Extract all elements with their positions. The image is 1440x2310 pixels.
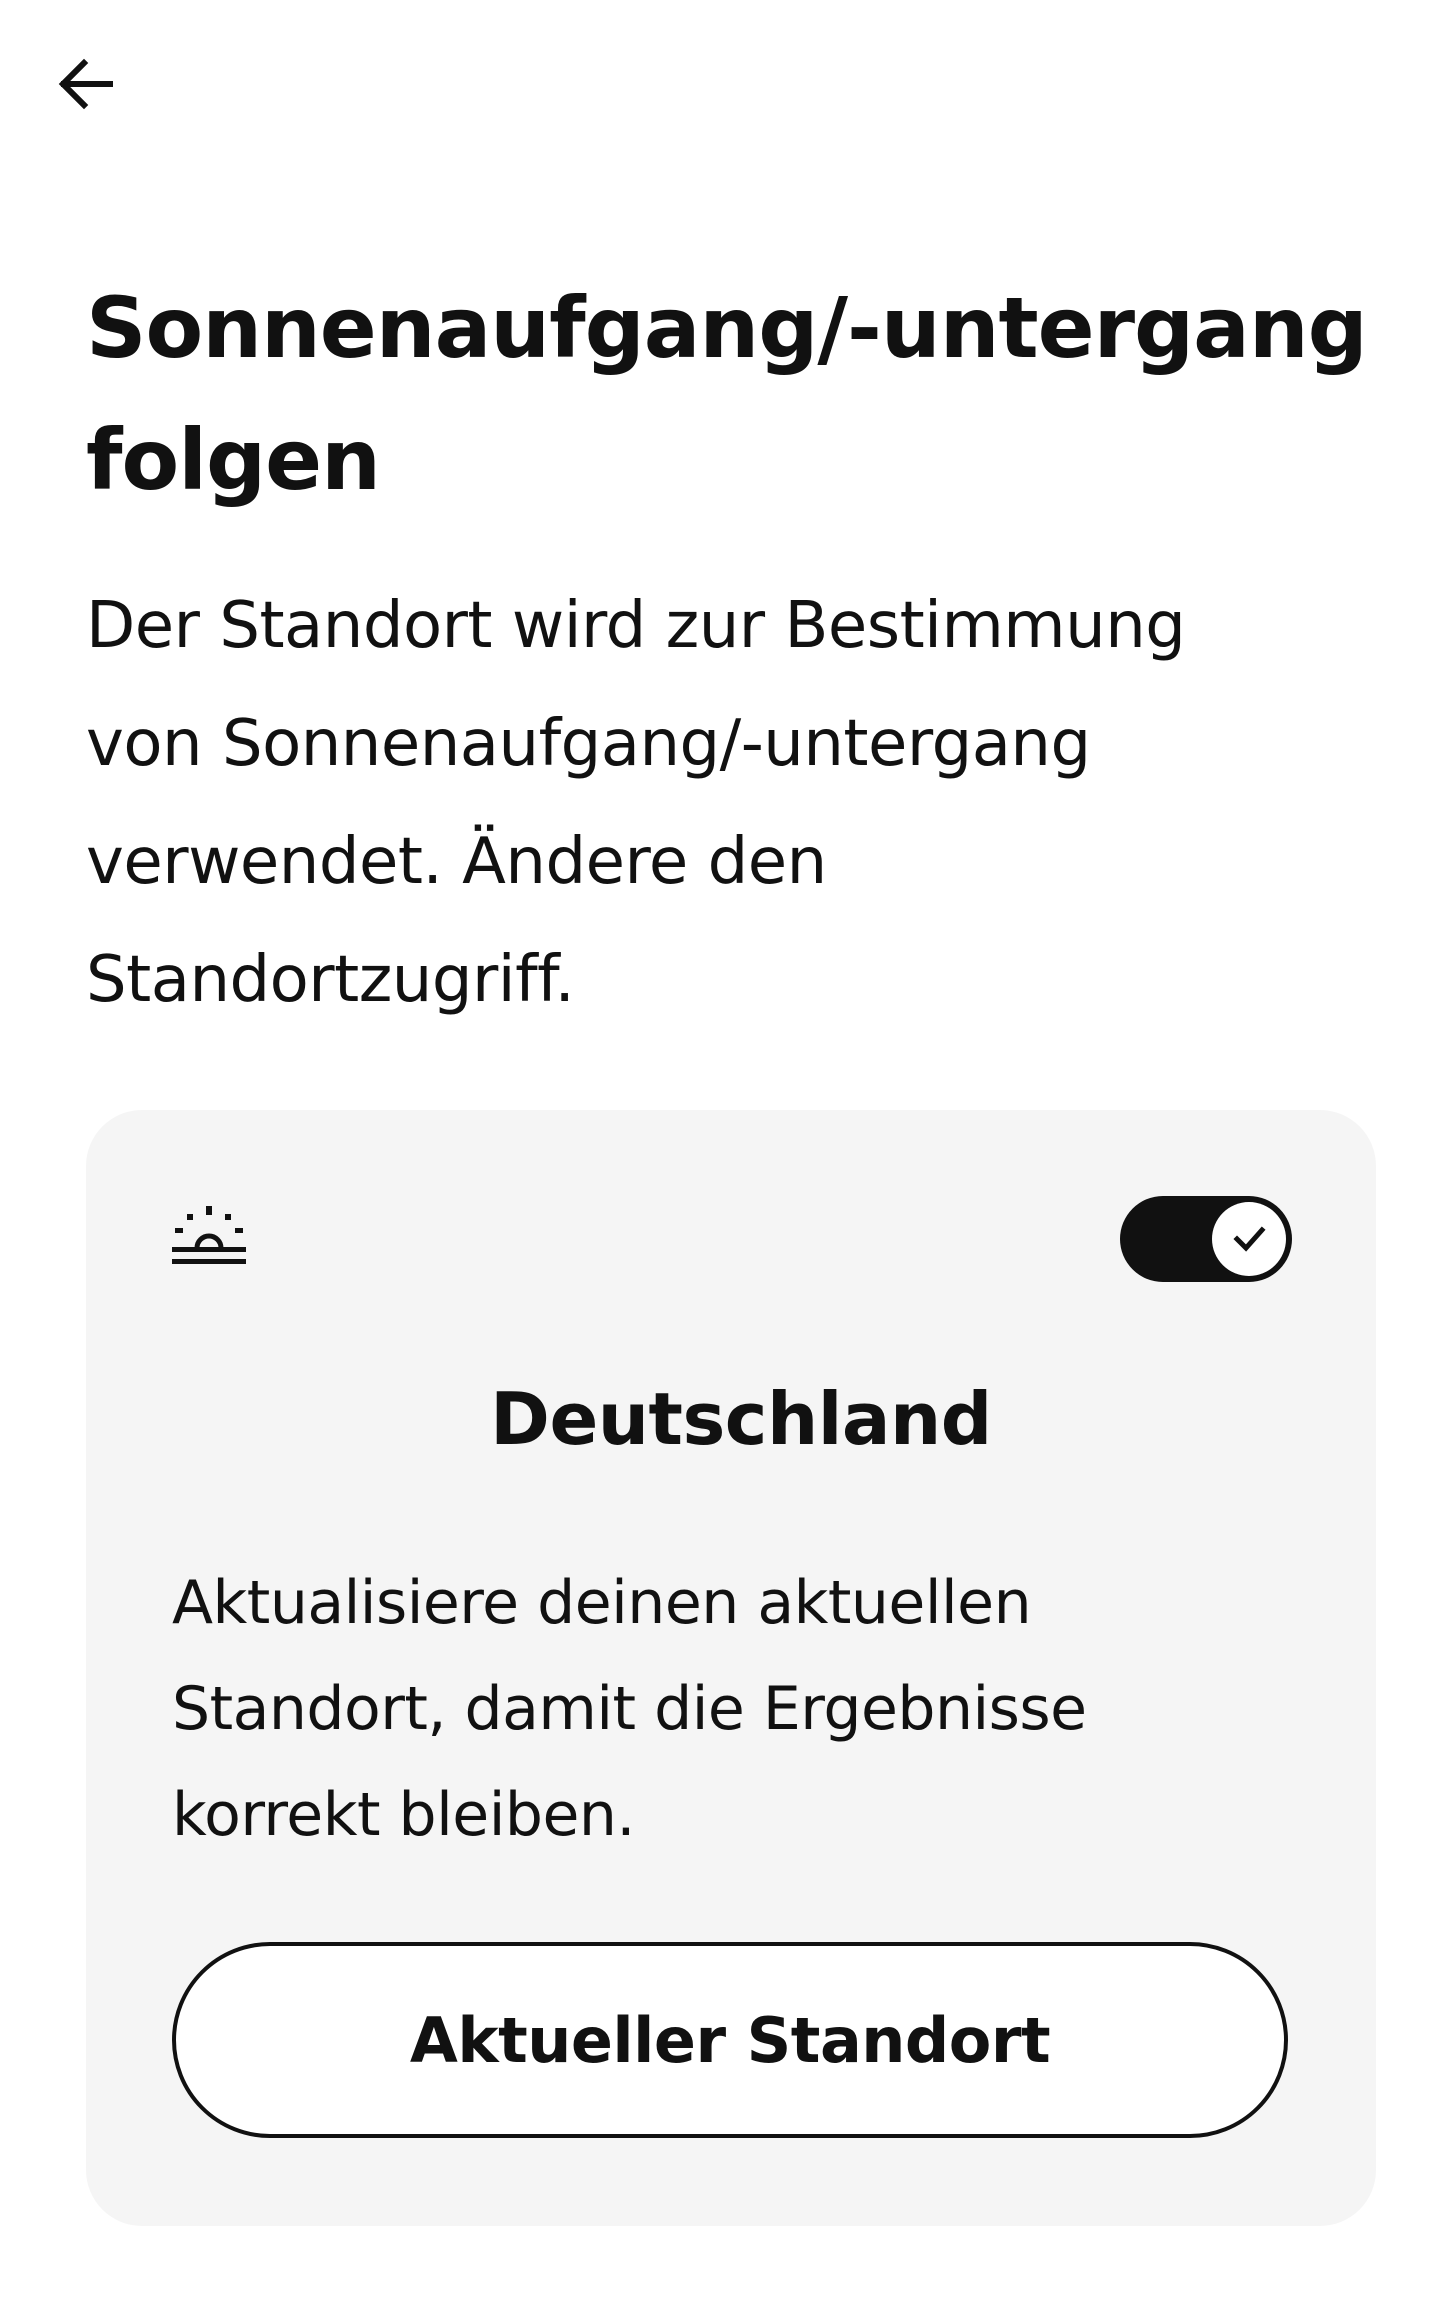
check-icon: [1233, 1226, 1266, 1252]
location-name: Deutschland: [490, 1377, 992, 1461]
page-title: Sonnenaufgang/-untergang folgen: [86, 279, 1368, 509]
toggle-knob: [1212, 1202, 1286, 1276]
back-button[interactable]: [46, 44, 126, 124]
sun-follow-toggle[interactable]: [1120, 1196, 1292, 1282]
page-description: Der Standort wird zur Bestimmung von Son…: [86, 589, 1186, 1017]
current-location-button[interactable]: Aktueller Standort: [172, 1942, 1288, 2138]
arrow-left-icon: [58, 58, 113, 110]
location-card: Deutschland Aktualisiere deinen aktuelle…: [86, 1110, 1376, 2226]
sunrise-icon: [172, 1206, 246, 1264]
location-info-text: Aktualisiere deinen aktuellen Standort, …: [172, 1568, 1087, 1850]
